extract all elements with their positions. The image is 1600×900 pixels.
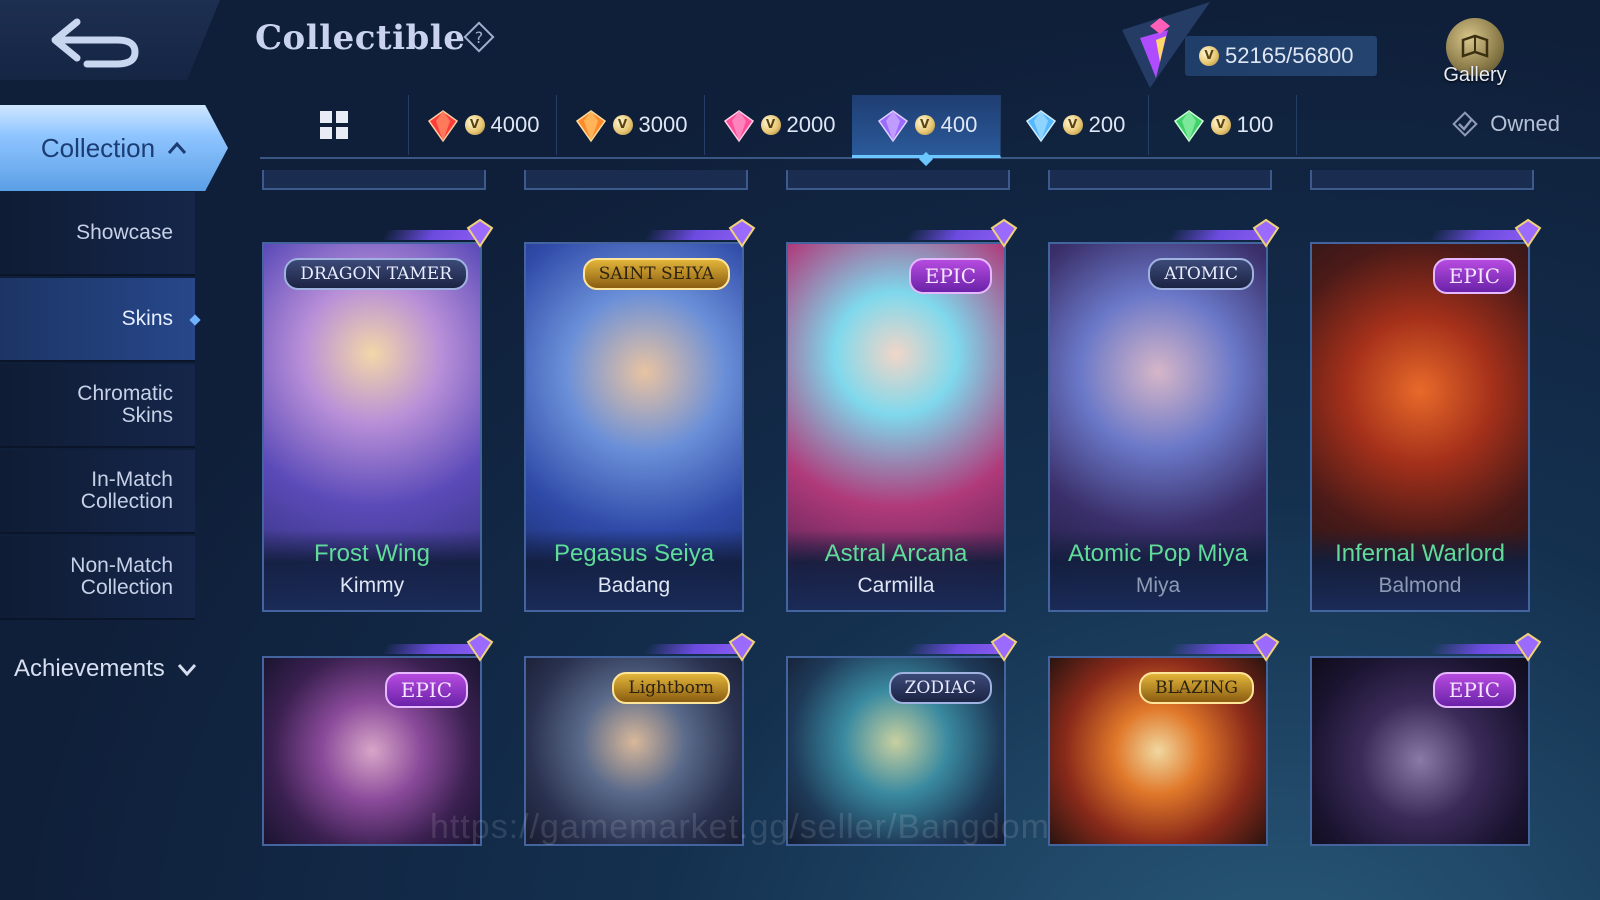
card-info: Infernal Warlord Balmond <box>1312 530 1528 610</box>
sidebar-item-in-match-collection[interactable]: In-Match Collection <box>0 450 195 534</box>
purple-gem-icon <box>877 110 908 143</box>
skin-name: Infernal Warlord <box>1335 540 1505 567</box>
hero-name: Carmilla <box>857 574 935 597</box>
tab-2000[interactable]: 2000 <box>704 95 853 155</box>
sidebar-item-chromatic-skins[interactable]: Chromatic Skins <box>0 364 195 448</box>
back-arrow-icon <box>51 18 139 68</box>
sidebar-achievements[interactable]: Achievements <box>14 655 197 683</box>
orange-gem-icon <box>575 110 606 143</box>
previous-row-card <box>262 170 486 190</box>
hero-name: Badang <box>597 574 671 597</box>
back-button[interactable] <box>0 0 220 80</box>
chevron-up-icon <box>167 141 187 154</box>
skin-grid: DRAGON TAMER Frost Wing Kimmy SAINT SEIY… <box>262 170 1562 900</box>
previous-row-card <box>786 170 1010 190</box>
coin-icon <box>1062 115 1083 135</box>
collection-label: Collection <box>40 132 156 163</box>
purple-gem-icon <box>728 632 756 662</box>
tab-200[interactable]: 200 <box>1000 95 1149 155</box>
page-title: Collectible <box>255 18 466 58</box>
tab-all[interactable] <box>260 95 409 155</box>
coin-icon <box>914 115 935 135</box>
card-info: Atomic Pop Miya Miya <box>1050 530 1266 610</box>
svg-text:?: ? <box>475 28 484 47</box>
skin-card-atomic-pop-miya[interactable]: ATOMIC Atomic Pop Miya Miya <box>1048 218 1280 612</box>
coin-icon <box>1199 46 1219 66</box>
skin-card[interactable]: BLAZING <box>1048 632 1280 846</box>
skin-card-pegasus-seiya[interactable]: SAINT SEIYA Pegasus Seiya Badang <box>524 218 756 612</box>
checkbox-diamond-icon <box>1452 111 1479 137</box>
gallery-label: Gallery <box>1443 64 1507 86</box>
coin-icon <box>612 115 633 135</box>
sidebar: Collection Showcase Skins Chromatic Skin… <box>0 100 230 900</box>
card-info: Frost Wing Kimmy <box>264 530 480 610</box>
purple-gem-icon <box>990 632 1018 662</box>
epic-badge: EPIC <box>384 672 468 708</box>
hero-name: Kimmy <box>339 574 405 597</box>
coin-icon <box>464 115 485 135</box>
skin-name: Frost Wing <box>313 540 430 567</box>
epic-badge: EPIC <box>1432 258 1516 294</box>
skin-name: Atomic Pop Miya <box>1067 540 1249 567</box>
green-gem-icon <box>1173 110 1204 143</box>
points-value: 52165/56800 <box>1225 43 1354 68</box>
purple-gem-icon <box>1514 632 1542 662</box>
card-info: Pegasus Seiya Badang <box>526 530 742 610</box>
coin-icon <box>1210 115 1231 135</box>
owned-filter[interactable]: Owned <box>1450 109 1560 139</box>
skin-name: Pegasus Seiya <box>553 540 715 567</box>
grid-icon <box>320 111 348 139</box>
coin-icon <box>760 115 781 135</box>
red-gem-icon <box>427 110 458 143</box>
series-badge: ATOMIC <box>1148 258 1254 290</box>
purple-gem-icon <box>1252 218 1280 248</box>
chevron-down-icon <box>177 664 196 676</box>
gallery-button[interactable]: Gallery <box>1430 18 1520 90</box>
sidebar-item-skins[interactable]: Skins <box>0 278 195 362</box>
previous-row-card <box>524 170 748 190</box>
blue-gem-icon <box>1025 110 1056 143</box>
purple-gem-icon <box>728 218 756 248</box>
series-badge: SAINT SEIYA <box>582 258 730 290</box>
purple-gem-icon <box>466 218 494 248</box>
previous-row-card <box>1048 170 1272 190</box>
purple-gem-icon <box>1252 632 1280 662</box>
skin-card-frost-wing[interactable]: DRAGON TAMER Frost Wing Kimmy <box>262 218 494 612</box>
sidebar-collection-button[interactable]: Collection <box>0 105 228 191</box>
tab-400[interactable]: 400 <box>852 95 1001 158</box>
collection-points: 52165/56800 <box>1185 36 1377 76</box>
purple-gem-icon <box>466 632 494 662</box>
previous-row-card <box>1310 170 1534 190</box>
skin-card-infernal-warlord[interactable]: EPIC Infernal Warlord Balmond <box>1310 218 1542 612</box>
hero-name: Miya <box>1135 574 1181 597</box>
hero-name: Balmond <box>1378 574 1462 597</box>
series-badge: ZODIAC <box>888 672 992 704</box>
series-badge: Lightborn <box>612 672 730 704</box>
purple-gem-icon <box>990 218 1018 248</box>
tab-4000[interactable]: 4000 <box>408 95 557 155</box>
watermark: https://gamemarket.gg/seller/Bangdom <box>430 808 1050 846</box>
series-badge: BLAZING <box>1138 672 1254 704</box>
tab-3000[interactable]: 3000 <box>556 95 705 155</box>
skin-card-astral-arcana[interactable]: EPIC Astral Arcana Carmilla <box>786 218 1018 612</box>
skin-card[interactable]: EPIC <box>1310 632 1542 846</box>
card-info: Astral Arcana Carmilla <box>788 530 1004 610</box>
sidebar-item-non-match-collection[interactable]: Non-Match Collection <box>0 536 195 620</box>
tab-100[interactable]: 100 <box>1148 95 1297 155</box>
help-icon[interactable]: ? <box>462 20 496 54</box>
sidebar-item-showcase[interactable]: Showcase <box>0 192 195 276</box>
skin-name: Astral Arcana <box>824 540 968 567</box>
series-badge: DRAGON TAMER <box>284 258 468 290</box>
tier-tabs: 4000 3000 2000 400 200 100 Owned <box>260 95 1600 159</box>
purple-gem-icon <box>1514 218 1542 248</box>
epic-badge: EPIC <box>1432 672 1516 708</box>
header: Collectible ? 52165/56800 Gallery <box>0 0 1600 100</box>
epic-badge: EPIC <box>908 258 992 294</box>
pink-gem-icon <box>723 110 754 143</box>
